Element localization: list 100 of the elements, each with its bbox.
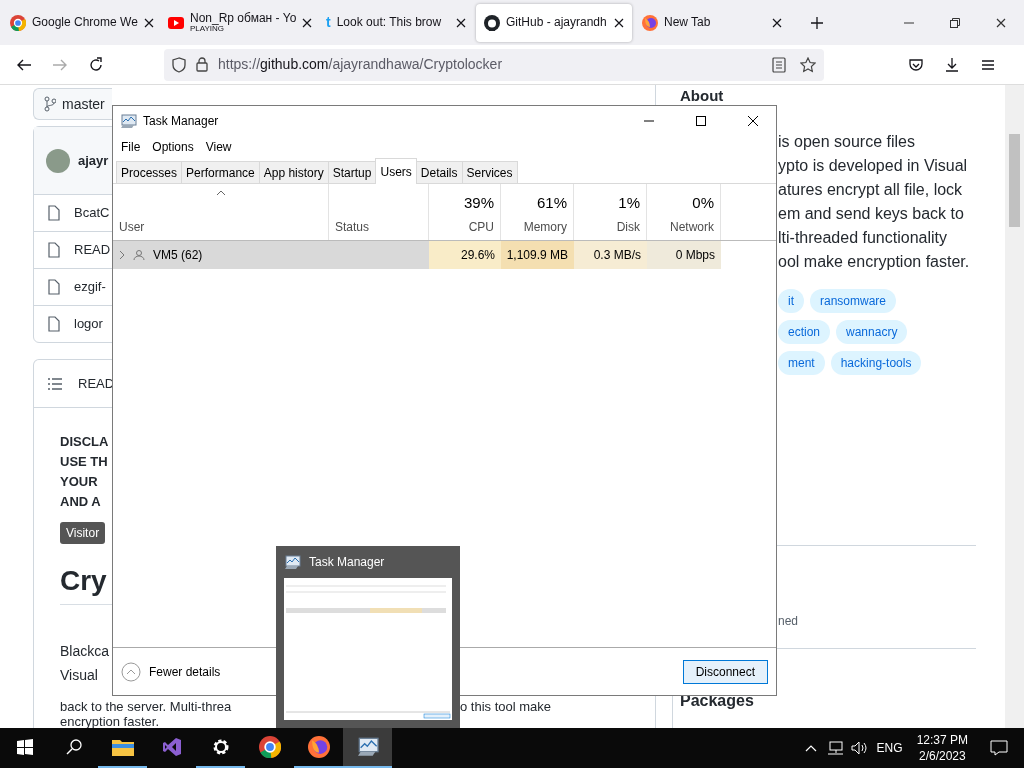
column-header[interactable]: User [119, 218, 322, 236]
column-total: 39% [463, 192, 494, 213]
collapse-icon [121, 661, 141, 682]
language-indicator[interactable]: ENG [876, 739, 903, 757]
table-row[interactable]: VM5 (62) 29.6% 1,109.9 MB 0.3 MB/s 0 Mbps [113, 241, 721, 269]
topic-tag[interactable]: wannacry [836, 320, 908, 344]
close-icon[interactable] [772, 17, 782, 28]
url-text: https://github.com/ajayrandhawa/Cryptolocker [218, 55, 504, 74]
file-link[interactable]: BcatC [74, 203, 110, 223]
url-field[interactable]: https://github.com/ajayrandhawa/Cryptolocker [164, 48, 824, 81]
visitor-badge: Visitor [60, 522, 106, 544]
star-icon[interactable] [800, 56, 816, 73]
file-icon [48, 316, 60, 332]
menu-item[interactable]: View [199, 138, 238, 156]
notification-icon[interactable] [990, 740, 1008, 756]
close-icon[interactable] [456, 17, 466, 28]
branch-button[interactable]: master [33, 88, 112, 120]
tab[interactable]: Startup [327, 161, 377, 183]
fox-logo-icon [642, 14, 658, 31]
user-icon [133, 249, 145, 261]
close-icon[interactable] [996, 17, 1006, 28]
close-icon[interactable] [614, 17, 624, 28]
table-cell: 0.3 MB/s [574, 241, 647, 269]
pocket-icon[interactable] [908, 56, 924, 73]
browser-tab[interactable]: Google Chrome We [2, 3, 158, 42]
folder-icon [111, 738, 134, 756]
tab[interactable]: Users [375, 158, 417, 184]
column-total: 1% [618, 192, 640, 213]
scrollbar[interactable] [1005, 85, 1024, 728]
about-heading: About [680, 87, 724, 104]
infinity-logo-icon [161, 737, 182, 757]
network-icon[interactable] [826, 741, 843, 755]
file-link[interactable]: READ [74, 240, 111, 260]
topic-tag[interactable]: ection [778, 320, 831, 344]
file-link[interactable]: logor [74, 314, 103, 334]
reader-view-icon[interactable] [772, 56, 786, 73]
browser-tab[interactable]: Non_Rp обман - Yo PLAYING [160, 3, 316, 42]
file-link[interactable]: ezgif- [74, 277, 106, 297]
user-name: VM5 (62) [153, 247, 203, 264]
close-icon[interactable] [748, 116, 758, 126]
topic-tag[interactable]: hacking-tools [830, 351, 922, 375]
tab[interactable]: App history [258, 161, 329, 183]
column-header[interactable]: Status [335, 218, 422, 236]
fewer-details-link[interactable]: Fewer details [121, 661, 221, 682]
tab[interactable]: Services [461, 161, 518, 183]
disconnect-button[interactable]: Disconnect [682, 659, 768, 684]
shield-icon [172, 56, 186, 73]
tab[interactable]: Processes [116, 161, 183, 183]
disclaimer-text: DISCLA USE TH YOUR AND A [60, 433, 110, 511]
restore-icon[interactable] [950, 17, 960, 28]
about-description: is open source files ypto is developed in Visual atures encrypt all file, lock em and send keys back to lti-threaded functionality ool make encryption faster. [778, 132, 971, 272]
release-text: ned [778, 613, 800, 630]
file-icon [48, 205, 60, 221]
table-cell: 29.6% [429, 241, 501, 269]
file-icon [48, 279, 60, 295]
reload-icon[interactable] [88, 56, 104, 73]
plus-icon[interactable] [810, 15, 824, 30]
column-total: 61% [536, 192, 567, 213]
lock-icon [196, 57, 208, 72]
close-icon[interactable] [302, 17, 313, 28]
close-icon[interactable] [143, 17, 154, 28]
menu-item[interactable]: File [115, 138, 147, 156]
table-cell: 1,109.9 MB [501, 241, 574, 269]
app-icon [120, 113, 137, 129]
maximize-icon[interactable] [696, 116, 706, 126]
author-name[interactable]: ajayr [78, 150, 109, 171]
column-header[interactable]: Disk [616, 218, 640, 236]
file-icon [48, 242, 60, 258]
windows-logo-icon[interactable] [16, 739, 33, 755]
topic-tag[interactable]: it [778, 289, 804, 313]
tab[interactable]: Performance [181, 161, 260, 183]
topic-tag[interactable]: ransomware [810, 289, 897, 313]
volume-icon[interactable] [850, 741, 867, 755]
sort-icon[interactable] [215, 190, 226, 196]
browser-tab[interactable]: GitHub - ajayrandh [476, 3, 632, 42]
tab[interactable]: Details [415, 161, 463, 183]
menu-item[interactable]: Options [146, 138, 200, 156]
fox-logo-icon [307, 736, 330, 758]
app-icon [284, 554, 301, 570]
list-icon [48, 377, 62, 390]
column-header[interactable]: Network [670, 218, 714, 236]
topic-tag[interactable]: ment [778, 351, 825, 375]
clock[interactable]: 12:37 PM 2/6/2023 [916, 732, 968, 764]
branch-icon [44, 96, 56, 112]
readme-paragraph: back to the server. Multi-threa [60, 699, 233, 714]
column-total: 0% [692, 192, 714, 213]
chevron-icon[interactable] [119, 250, 125, 260]
chevron-up-icon[interactable] [804, 744, 817, 752]
browser-tab[interactable]: t Look out: This brow [318, 3, 474, 42]
browser-logo-icon [258, 736, 281, 758]
video-logo-icon [168, 16, 184, 29]
readme-paragraph: Blackca Visual [60, 642, 110, 685]
browser-tab[interactable]: New Tab [634, 3, 790, 42]
column-header[interactable]: Memory [523, 218, 567, 236]
browser-logo-icon [10, 14, 26, 31]
app-icon [355, 737, 380, 757]
column-header[interactable]: CPU [468, 218, 494, 236]
search-icon[interactable] [65, 739, 82, 755]
download-icon[interactable] [944, 56, 960, 73]
taskbar-app-button[interactable] [343, 728, 392, 768]
